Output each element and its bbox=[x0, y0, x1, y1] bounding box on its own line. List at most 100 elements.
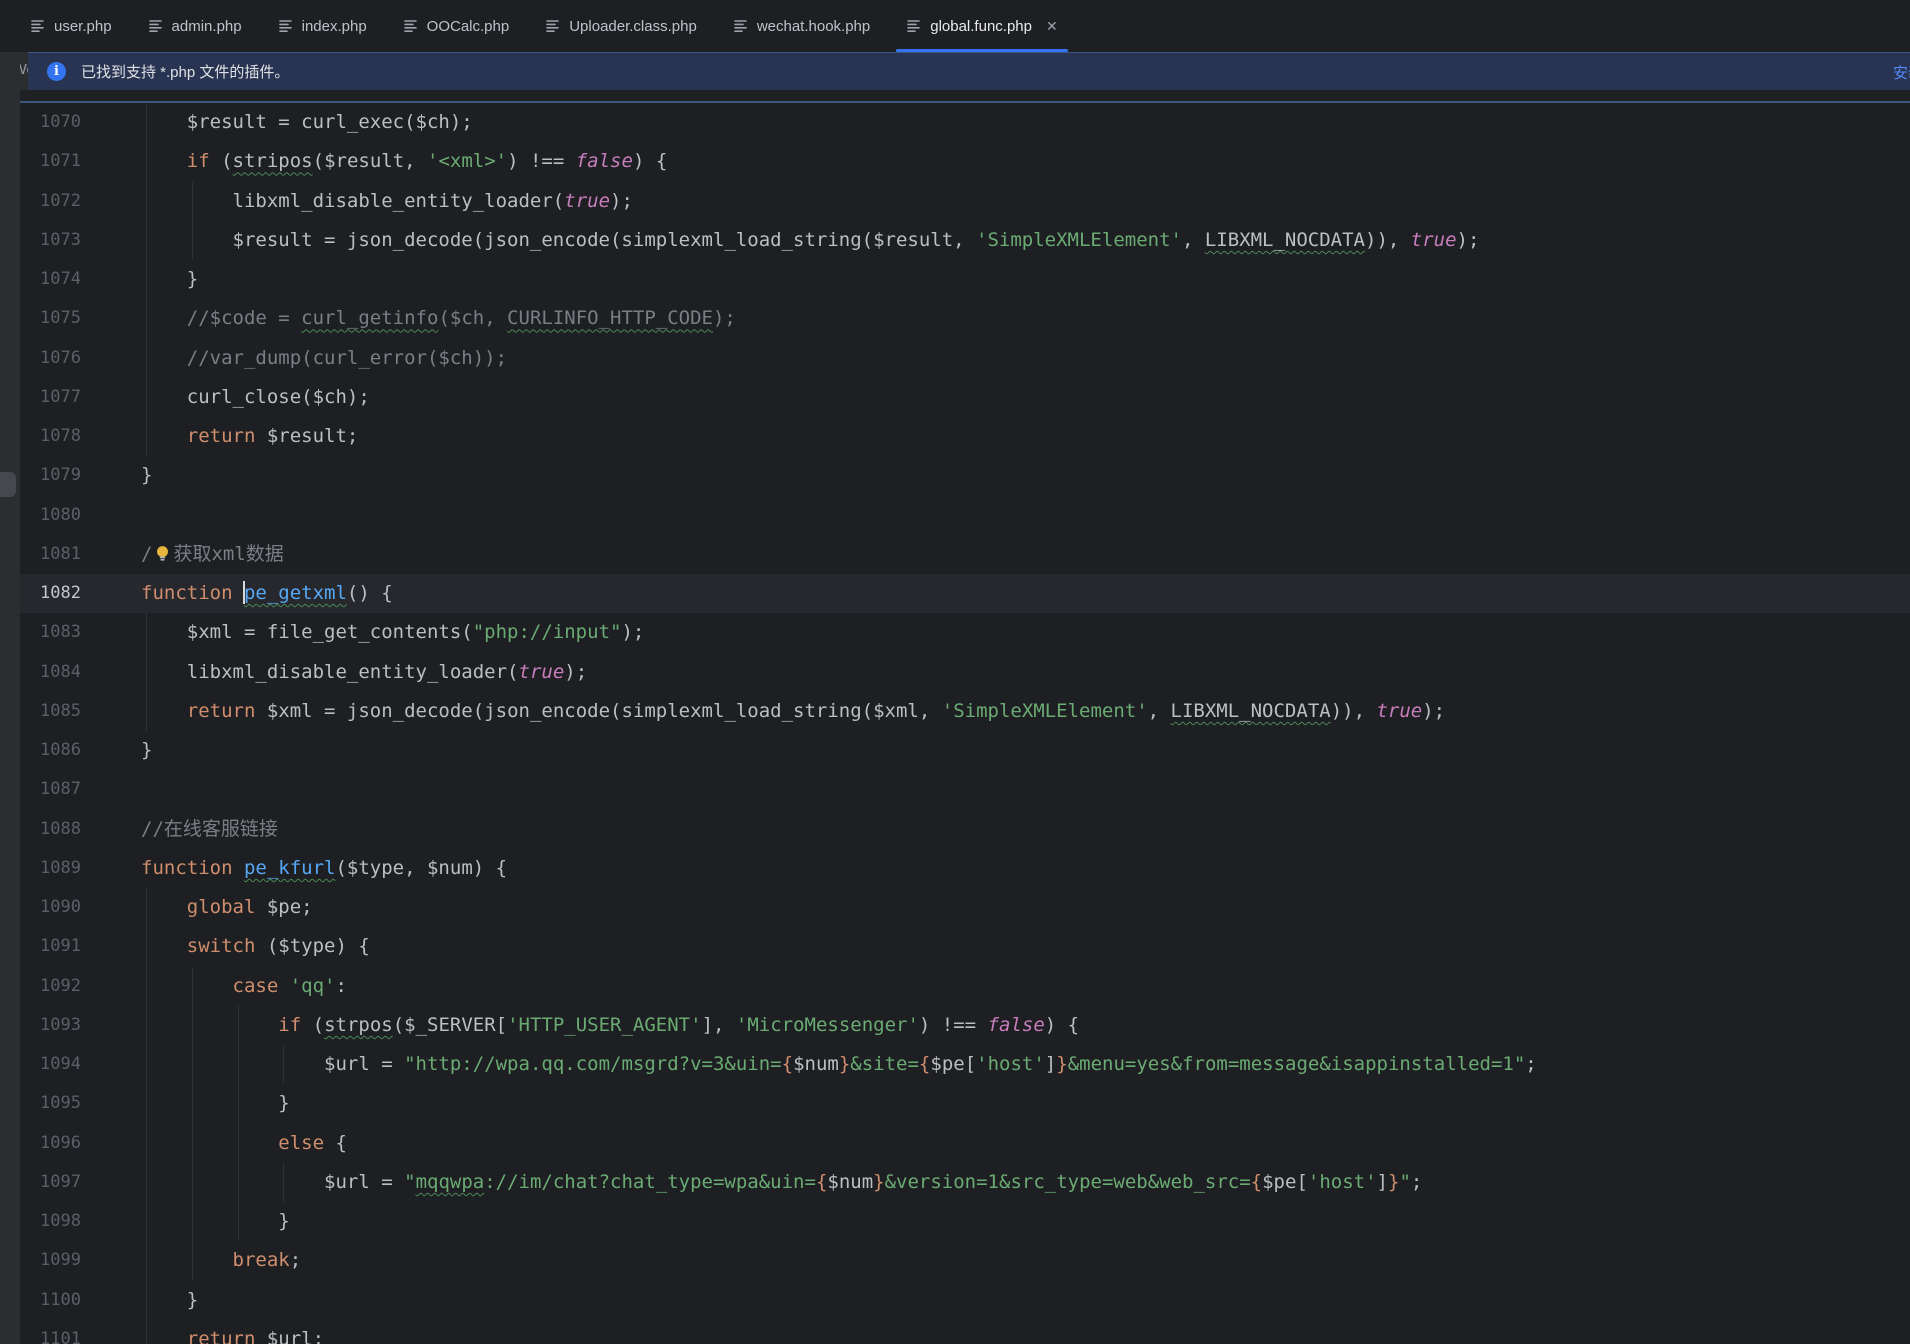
line-number[interactable]: 1089 bbox=[20, 849, 81, 888]
code-token: break bbox=[232, 1249, 290, 1272]
line-number[interactable]: 1085 bbox=[20, 692, 81, 731]
code-line[interactable]: 1101 return $url; bbox=[0, 1319, 1910, 1344]
code-token: if bbox=[278, 1013, 302, 1036]
tab-Uploader.class.php[interactable]: Uploader.class.php bbox=[527, 0, 715, 52]
code-line[interactable]: 1100 } bbox=[0, 1280, 1910, 1320]
code-line[interactable]: 1073 $result = json_decode(json_encode(s… bbox=[0, 220, 1910, 260]
tab-global.func.php[interactable]: global.func.php ✕ bbox=[888, 0, 1075, 52]
code-token: () { bbox=[346, 582, 393, 604]
line-number[interactable]: 1088 bbox=[20, 810, 81, 849]
code-line[interactable]: 1097 $url = "mqqwpa://im/chat?chat_type=… bbox=[0, 1162, 1910, 1202]
gutter-fold-area bbox=[81, 221, 141, 260]
line-number[interactable]: 1079 bbox=[20, 456, 81, 495]
code-line[interactable]: 1088 //在线客服链接 bbox=[0, 810, 1910, 849]
code-line[interactable]: 1095 } bbox=[0, 1084, 1910, 1124]
code-line[interactable]: 1082 function pe_getxml() { bbox=[0, 574, 1910, 614]
line-number[interactable]: 1078 bbox=[20, 417, 81, 456]
code-line[interactable]: 1071 if (stripos($result, '<xml>') !== f… bbox=[0, 142, 1910, 182]
indent-guide bbox=[146, 103, 147, 143]
code-editor[interactable]: 1070 $result = curl_exec($ch); 1071 if (s… bbox=[0, 103, 1910, 1344]
code-line[interactable]: 1085 return $xml = json_decode(json_enco… bbox=[0, 691, 1910, 731]
code-line[interactable]: 1091 switch ($type) { bbox=[0, 927, 1910, 967]
code-token: 'MicroMessenger' bbox=[735, 1013, 919, 1036]
close-tab-icon[interactable]: ✕ bbox=[1046, 19, 1058, 33]
code-line[interactable]: 1092 case 'qq': bbox=[0, 966, 1910, 1006]
code-line[interactable]: 1096 else { bbox=[0, 1123, 1910, 1163]
line-number[interactable]: 1093 bbox=[20, 1006, 81, 1045]
line-number[interactable]: 1070 bbox=[20, 103, 81, 142]
code-line[interactable]: 1093 if (strpos($_SERVER['HTTP_USER_AGEN… bbox=[0, 1005, 1910, 1045]
line-number[interactable]: 1094 bbox=[20, 1045, 81, 1084]
line-number[interactable]: 1095 bbox=[20, 1084, 81, 1123]
line-number[interactable]: 1082 bbox=[20, 574, 81, 613]
indent-guide bbox=[237, 1123, 239, 1163]
banner-message: 已找到支持 *.php 文件的插件。 bbox=[81, 64, 290, 81]
code-token: } bbox=[1387, 1170, 1400, 1193]
code-line[interactable]: 1077 curl_close($ch); bbox=[0, 377, 1910, 417]
code-line[interactable]: 1094 $url = "http://wpa.qq.com/msgrd?v=3… bbox=[0, 1045, 1910, 1085]
line-number[interactable]: 1076 bbox=[20, 339, 81, 378]
line-number[interactable]: 1098 bbox=[20, 1202, 81, 1241]
tab-index.php[interactable]: index.php bbox=[260, 0, 385, 52]
code-line[interactable]: 1075 //$code = curl_getinfo($ch, CURLINF… bbox=[0, 299, 1910, 339]
code-line[interactable]: 1086} bbox=[0, 731, 1910, 770]
line-number[interactable]: 1072 bbox=[20, 182, 81, 221]
line-number[interactable]: 1097 bbox=[20, 1163, 81, 1202]
code-line[interactable]: 1087 bbox=[0, 770, 1910, 809]
indent-guide bbox=[237, 1005, 239, 1045]
install-plugin-link[interactable]: 安装 bbox=[1893, 62, 1910, 83]
code-line[interactable]: 1072 libxml_disable_entity_loader(true); bbox=[0, 181, 1910, 221]
indent-guide bbox=[146, 338, 147, 378]
line-number[interactable]: 1100 bbox=[20, 1281, 81, 1320]
code-text: $result = json_decode(json_encode(simple… bbox=[141, 220, 1910, 260]
code-line[interactable]: 1084 libxml_disable_entity_loader(true); bbox=[0, 652, 1910, 692]
line-number[interactable]: 1083 bbox=[20, 613, 81, 652]
code-line[interactable]: 1081 / 获取xml数据 bbox=[0, 535, 1910, 574]
indent-guide bbox=[146, 652, 147, 692]
intention-bulb-icon[interactable] bbox=[153, 544, 172, 563]
line-number[interactable]: 1077 bbox=[20, 378, 81, 417]
line-number[interactable]: 1096 bbox=[20, 1124, 81, 1163]
line-number[interactable]: 1073 bbox=[20, 221, 81, 260]
code-token: //var_dump(curl_error($ch)); bbox=[141, 346, 508, 369]
code-token: ($result, bbox=[312, 150, 428, 173]
line-number[interactable]: 1092 bbox=[20, 967, 81, 1006]
line-number[interactable]: 1086 bbox=[20, 731, 81, 770]
code-token: 'HTTP_USER_AGENT' bbox=[507, 1013, 702, 1036]
line-number[interactable]: 1090 bbox=[20, 888, 81, 927]
code-line[interactable]: 1089 function pe_kfurl($type, $num) { bbox=[0, 849, 1910, 888]
code-line[interactable]: 1098 } bbox=[0, 1202, 1910, 1242]
code-line[interactable]: 1079} bbox=[0, 456, 1910, 495]
code-line[interactable]: 1083 $xml = file_get_contents("php://inp… bbox=[0, 613, 1910, 653]
code-line[interactable]: 1090 global $pe; bbox=[0, 888, 1910, 928]
tab-OOCalc.php[interactable]: OOCalc.php bbox=[385, 0, 528, 52]
code-line[interactable]: 1074 } bbox=[0, 260, 1910, 300]
tool-window-stripe-button[interactable] bbox=[0, 472, 16, 497]
code-token: $pe; bbox=[255, 896, 313, 918]
line-number[interactable]: 1074 bbox=[20, 260, 81, 299]
code-line[interactable]: 1078 return $result; bbox=[0, 417, 1910, 457]
line-number[interactable]: 1101 bbox=[20, 1320, 81, 1344]
code-line[interactable]: 1070 $result = curl_exec($ch); bbox=[0, 103, 1910, 143]
tab-user.php[interactable]: user.php bbox=[12, 0, 130, 52]
code-line[interactable]: 1099 break; bbox=[0, 1241, 1910, 1281]
file-lines-icon bbox=[733, 18, 749, 34]
line-number[interactable]: 1081 bbox=[20, 535, 81, 574]
line-number[interactable]: 1071 bbox=[20, 142, 81, 181]
code-token: 获取xml数据 bbox=[173, 542, 284, 565]
line-number[interactable]: 1087 bbox=[20, 770, 81, 809]
code-text: //在线客服链接 bbox=[141, 810, 1910, 849]
code-token: ($ch, bbox=[438, 307, 508, 330]
code-line[interactable]: 1076 //var_dump(curl_error($ch)); bbox=[0, 338, 1910, 378]
line-number[interactable]: 1080 bbox=[20, 496, 81, 535]
line-number[interactable]: 1084 bbox=[20, 653, 81, 692]
code-line[interactable]: 1080 bbox=[0, 496, 1910, 535]
line-number[interactable]: 1099 bbox=[20, 1241, 81, 1280]
line-number[interactable]: 1075 bbox=[20, 299, 81, 338]
gutter-fold-area bbox=[81, 927, 141, 966]
gutter-fold-area bbox=[81, 535, 141, 574]
tab-admin.php[interactable]: admin.php bbox=[130, 0, 260, 52]
line-number[interactable]: 1091 bbox=[20, 927, 81, 966]
tab-wechat.hook.php[interactable]: wechat.hook.php bbox=[715, 0, 888, 52]
